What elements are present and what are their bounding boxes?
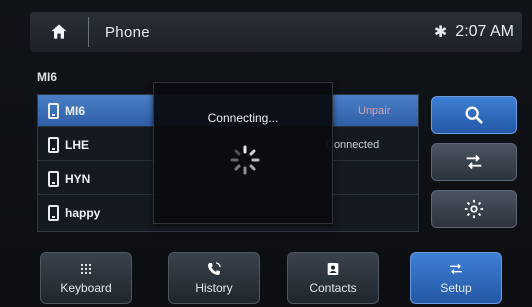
nav-label: History (195, 281, 233, 295)
nav-history[interactable]: History (168, 252, 260, 304)
phone-icon (48, 102, 59, 119)
search-button[interactable] (431, 96, 517, 134)
nav-setup[interactable]: Setup (410, 252, 502, 304)
swap-icon (447, 261, 465, 277)
phone-screen: Phone ✱ 2:07 AM MI6 MI6 Unpair LHE Conne… (0, 0, 532, 307)
device-name: MI6 (65, 103, 86, 118)
call-history-icon (205, 261, 223, 277)
device-name: happy (65, 205, 101, 220)
nav-label: Setup (440, 281, 472, 295)
search-icon (465, 106, 483, 124)
swap-icon (466, 154, 482, 170)
top-bar: Phone ✱ 2:07 AM (30, 12, 522, 52)
home-button[interactable] (30, 12, 88, 52)
clock: 2:07 AM (455, 23, 514, 40)
nav-contacts[interactable]: Contacts (287, 252, 379, 304)
device-name: LHE (65, 137, 89, 152)
status-area: ✱ 2:07 AM (434, 22, 514, 42)
device-section-label: MI6 (37, 70, 58, 84)
gear-icon (464, 199, 484, 219)
contacts-icon (324, 261, 342, 277)
phone-icon (48, 170, 59, 187)
top-divider (88, 17, 89, 47)
nav-label: Contacts (309, 281, 357, 295)
phone-icon (48, 204, 59, 221)
swap-button[interactable] (431, 143, 517, 181)
phone-icon (48, 136, 59, 153)
connection-status: Connected (326, 138, 380, 151)
nav-label: Keyboard (60, 281, 112, 295)
nav-keyboard[interactable]: Keyboard (40, 252, 132, 304)
connecting-dialog: Connecting... (153, 82, 333, 224)
page-title: Phone (105, 23, 150, 41)
loading-spinner-icon (230, 145, 260, 175)
settings-button[interactable] (431, 190, 517, 228)
bluetooth-icon: ✱ (433, 24, 448, 41)
home-icon (51, 24, 67, 39)
unpair-button[interactable]: Unpair (358, 105, 390, 117)
connecting-message: Connecting... (207, 111, 279, 125)
keypad-icon (77, 261, 95, 277)
device-name: HYN (65, 171, 91, 186)
